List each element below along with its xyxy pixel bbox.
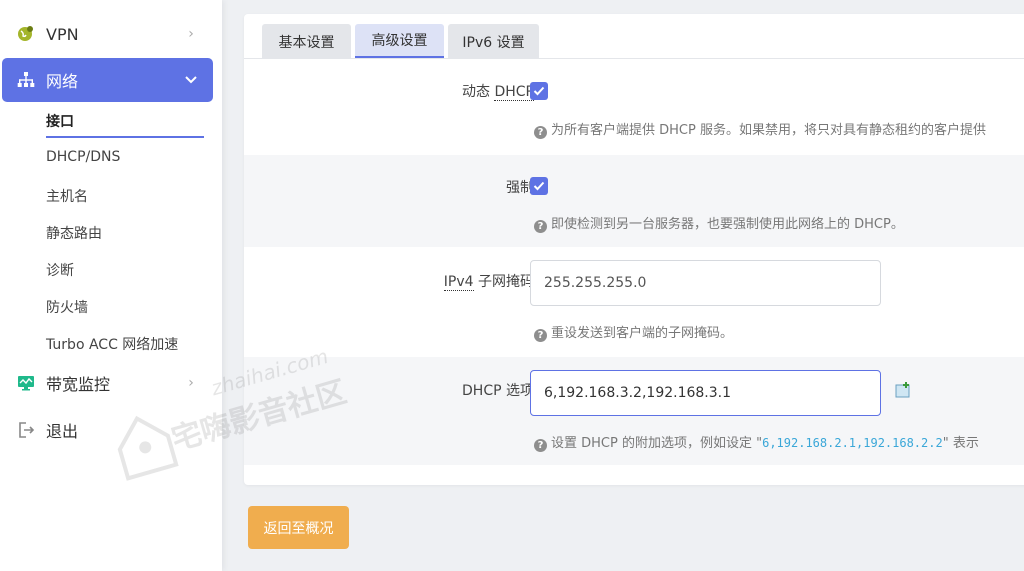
label-netmask: IPv4 子网掩码 <box>443 274 534 291</box>
netmask-input[interactable]: 255.255.255.0 <box>530 260 881 306</box>
chevron-right-icon: › <box>188 26 194 42</box>
tab-ipv6-settings[interactable]: IPv6 设置 <box>448 24 539 59</box>
question-icon: ? <box>534 439 547 452</box>
nav-label-vpn: VPN <box>46 24 79 44</box>
sidebar: VPN › 网络 接口 DHCP/DNS 主机名 静态路由 诊断 防火墙 Tur… <box>0 0 222 571</box>
nav-label-network: 网络 <box>46 72 79 91</box>
sub-item-turbo-acc[interactable]: Turbo ACC 网络加速 <box>46 334 178 354</box>
check-icon <box>533 86 545 96</box>
network-icon <box>16 70 36 90</box>
checkbox-force[interactable] <box>530 177 548 195</box>
dhcp-options-input[interactable]: 6,192.168.3.2,192.168.3.1 <box>530 370 881 416</box>
sub-item-static-routes[interactable]: 静态路由 <box>46 223 102 243</box>
tab-basic-settings[interactable]: 基本设置 <box>262 24 351 59</box>
nav-item-vpn[interactable]: VPN › <box>2 12 213 56</box>
globe-key-icon <box>16 24 36 44</box>
label-dynamic-dhcp: 动态 DHCP <box>462 84 534 101</box>
sub-item-interfaces[interactable]: 接口 <box>46 111 74 131</box>
help-netmask: ? 重设发送到客户端的子网掩码。 <box>534 322 733 342</box>
help-dynamic-dhcp: ? 为所有客户端提供 DHCP 服务。如果禁用，将只对具有静态租约的客户提供 <box>534 119 986 139</box>
back-to-overview-button[interactable]: 返回至概况 <box>248 506 349 549</box>
tab-advanced-settings[interactable]: 高级设置 <box>355 24 444 59</box>
help-force: ? 即使检测到另一台服务器，也要强制使用此网络上的 DHCP。 <box>534 213 904 233</box>
sub-item-diagnostics[interactable]: 诊断 <box>46 260 74 280</box>
nav-item-network[interactable]: 网络 <box>2 58 213 102</box>
nav-item-logout[interactable]: 退出 <box>2 408 213 452</box>
chevron-right-icon: › <box>188 375 194 391</box>
question-icon: ? <box>534 220 547 233</box>
label-dhcp-options: DHCP 选项 <box>462 383 534 399</box>
logout-icon <box>16 420 36 440</box>
active-indicator <box>46 136 204 138</box>
checkbox-dynamic-dhcp[interactable] <box>530 82 548 100</box>
nav-label-logout: 退出 <box>46 422 79 441</box>
check-icon <box>533 181 545 191</box>
row-dynamic-dhcp: 动态 DHCP ? 为所有客户端提供 DHCP 服务。如果禁用，将只对具有静态租约… <box>244 59 1024 155</box>
sub-item-firewall[interactable]: 防火墙 <box>46 297 88 317</box>
row-dhcp-options: DHCP 选项 6,192.168.3.2,192.168.3.1 ? 设置 DH… <box>244 357 1024 465</box>
question-icon: ? <box>534 126 547 139</box>
nav-item-bandwidth[interactable]: 带宽监控 › <box>2 361 213 405</box>
help-dhcp-options: ? 设置 DHCP 的附加选项，例如设定 "6,192.168.2.1,192.1… <box>534 432 979 452</box>
sub-item-hostname[interactable]: 主机名 <box>46 186 88 206</box>
chevron-down-icon <box>181 70 201 90</box>
question-icon: ? <box>534 329 547 342</box>
sub-item-dhcp-dns[interactable]: DHCP/DNS <box>46 149 120 165</box>
row-netmask: IPv4 子网掩码 255.255.255.0 ? 重设发送到客户端的子网掩码。 <box>244 247 1024 357</box>
monitor-chart-icon <box>16 373 36 393</box>
row-force: 强制 ? 即使检测到另一台服务器，也要强制使用此网络上的 DHCP。 <box>244 155 1024 247</box>
add-option-icon[interactable] <box>894 381 912 399</box>
nav-label-bandwidth: 带宽监控 <box>46 375 111 394</box>
